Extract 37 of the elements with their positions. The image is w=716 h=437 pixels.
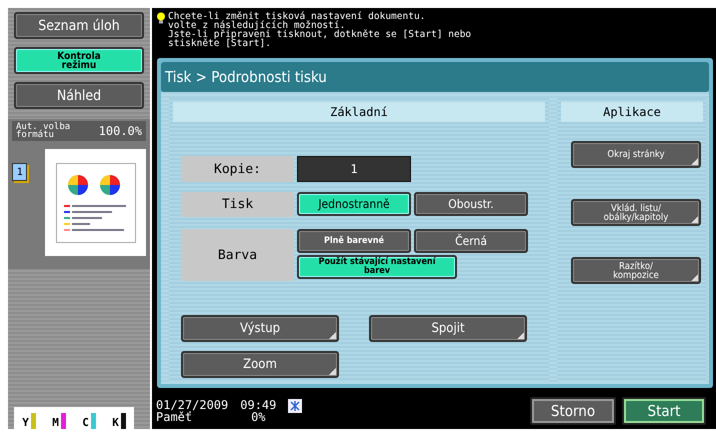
- copies-field[interactable]: 1: [297, 156, 411, 182]
- option-button[interactable]: Plně barevné: [297, 229, 411, 253]
- lightbulb-icon: [156, 12, 166, 24]
- option-button[interactable]: Použít stávající nastavení barev: [297, 255, 457, 279]
- application-button[interactable]: Okraj stránky: [571, 141, 701, 168]
- section-header: Aplikace: [561, 102, 703, 122]
- time-text: 09:49: [240, 399, 276, 411]
- sidebar-button[interactable]: Náhled: [14, 82, 144, 109]
- option-button[interactable]: Oboustr.: [414, 192, 528, 216]
- color-label: Barva: [181, 229, 294, 281]
- cancel-button[interactable]: Storno: [530, 397, 616, 425]
- page-count: 1: [12, 163, 28, 181]
- toner-label: K: [112, 416, 119, 429]
- application-button[interactable]: Vklád. listu/ obálky/kapitoly: [571, 199, 701, 226]
- option-button[interactable]: Jednostranně: [297, 192, 411, 216]
- date-text: 01/27/2009: [156, 399, 228, 411]
- start-button[interactable]: Start: [622, 397, 706, 425]
- print-label: Tisk: [181, 192, 294, 217]
- copies-label: Kopie:: [181, 156, 294, 182]
- toner-label: Y: [22, 416, 29, 429]
- toner-label: C: [82, 416, 89, 429]
- toner-label: M: [52, 416, 59, 429]
- memory-value: 0%: [251, 411, 266, 423]
- sidebar-button[interactable]: Kontrola režimu: [14, 47, 144, 74]
- application-button[interactable]: Razítko/ kompozice: [571, 257, 701, 284]
- memory-label: Paměť: [156, 411, 192, 423]
- breadcrumb-title: Tisk > Podrobnosti tisku: [161, 62, 709, 92]
- instruction-message: Chcete-li změnit tisková nastavení dokumentu. volte z následujících možností. Jste-li připraveni tisknout, dotkněte se [Start] nebo stiskněte [Start].: [168, 12, 472, 51]
- network-icon: [288, 399, 302, 413]
- function-button[interactable]: Spojit: [369, 315, 527, 342]
- function-button[interactable]: Zoom: [181, 351, 339, 378]
- preview-label: Aut. volba formátu: [16, 123, 72, 139]
- option-button[interactable]: Černá: [414, 229, 528, 253]
- section-header: Základní: [173, 102, 545, 122]
- function-button[interactable]: Výstup: [181, 315, 339, 342]
- zoom-value: 100.0%: [98, 124, 142, 138]
- sidebar-button[interactable]: Seznam úloh: [14, 12, 144, 39]
